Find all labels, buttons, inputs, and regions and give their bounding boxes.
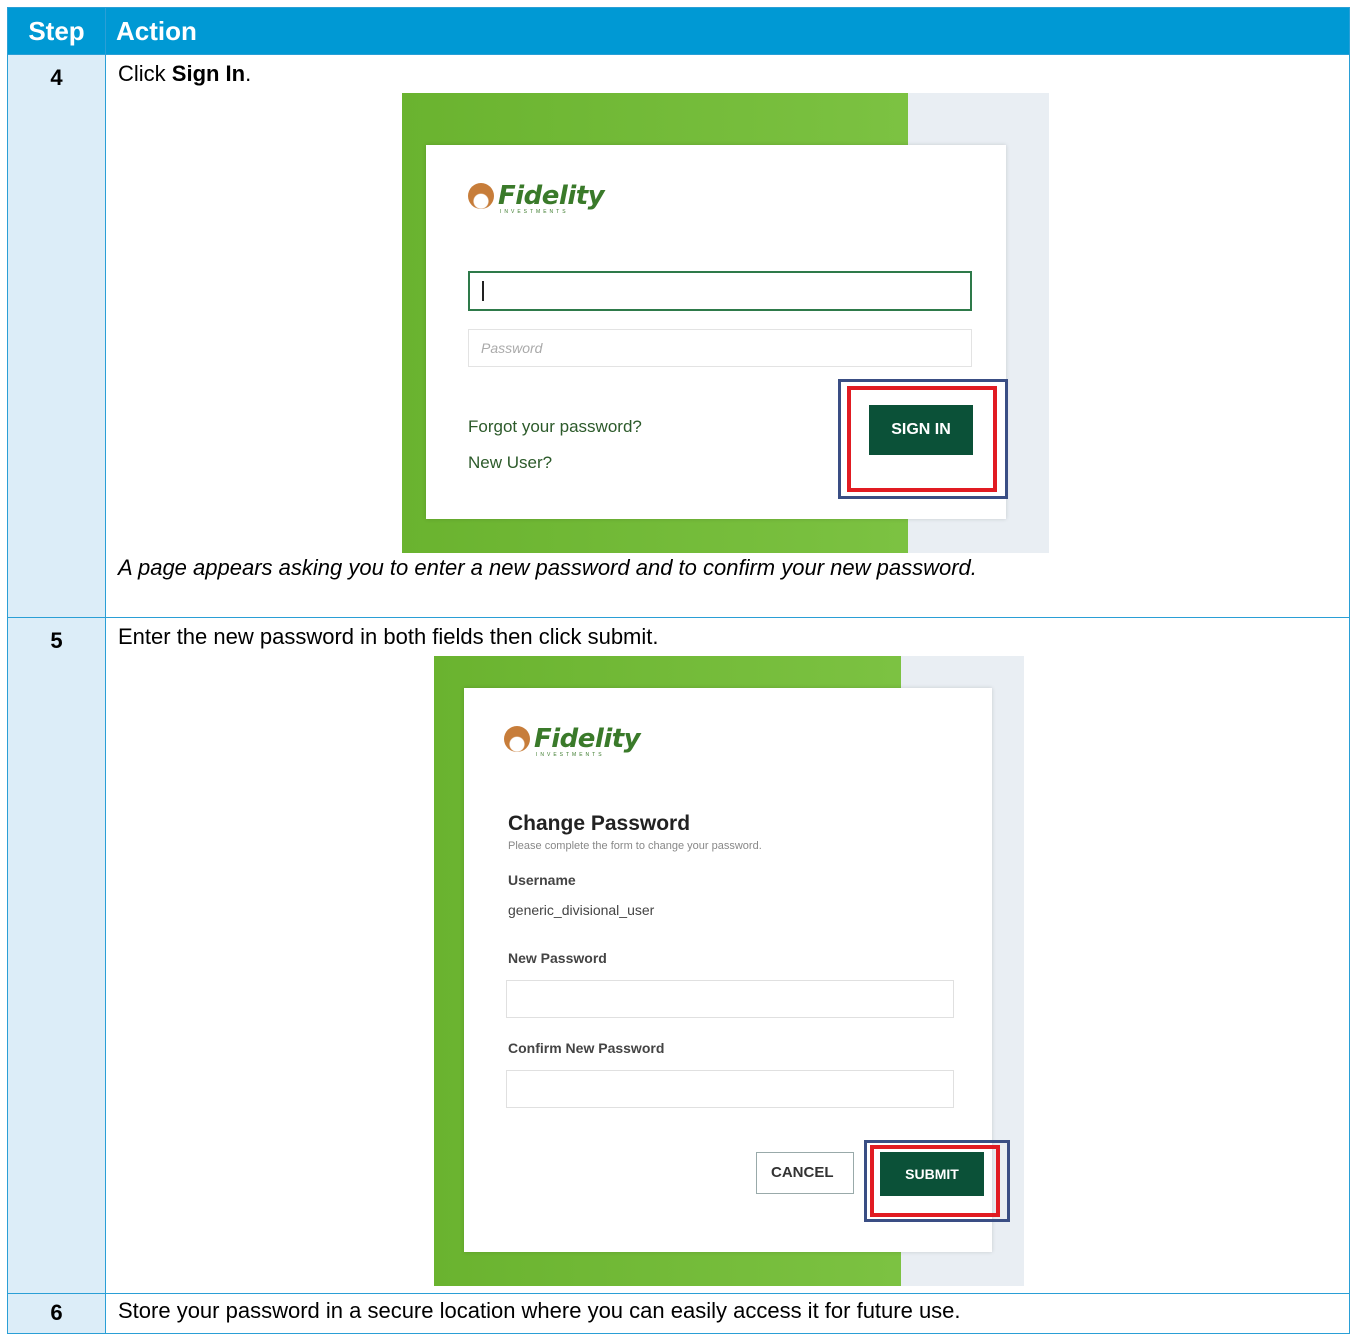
instruction-text: Click <box>118 61 172 86</box>
table-row: 6 Store your password in a secure locati… <box>7 1293 1350 1334</box>
cancel-button[interactable]: CANCEL <box>756 1152 854 1194</box>
change-password-screenshot: Fidelity INVESTMENTS Change Password Ple… <box>434 656 1024 1286</box>
new-password-label: New Password <box>508 950 607 966</box>
logo-text: Fidelity <box>534 724 641 754</box>
action-column-header: Action <box>105 7 1350 55</box>
password-input[interactable]: Password <box>468 329 972 367</box>
step-instruction: Click Sign In. <box>118 61 1349 87</box>
signin-screenshot: Fidelity INVESTMENTS Password Forgot you… <box>402 93 1049 553</box>
action-cell: Store your password in a secure location… <box>105 1293 1350 1334</box>
fidelity-logo-icon <box>504 726 530 752</box>
table-row: 4 Click Sign In. Fidelity INVESTMENTS Pa… <box>7 54 1350 618</box>
username-input[interactable] <box>468 271 972 311</box>
change-password-subtitle: Please complete the form to change your … <box>508 840 762 852</box>
username-value: generic_divisional_user <box>508 902 655 918</box>
fidelity-logo-icon <box>468 183 494 209</box>
step-number: 6 <box>7 1293 106 1334</box>
step-column-header: Step <box>7 7 106 55</box>
logo-tagline: INVESTMENTS <box>500 209 569 215</box>
fidelity-logo: Fidelity INVESTMENTS <box>468 181 605 215</box>
fidelity-logo: Fidelity INVESTMENTS <box>504 724 641 758</box>
confirm-password-field[interactable] <box>506 1070 954 1108</box>
new-password-field[interactable] <box>506 980 954 1018</box>
change-password-title: Change Password <box>508 812 691 835</box>
instruction-bold-text: Sign In <box>171 61 246 86</box>
new-user-link[interactable]: New User? <box>468 453 552 473</box>
result-note: A page appears asking you to enter a new… <box>118 555 977 580</box>
step-number: 5 <box>7 617 106 1294</box>
submit-button[interactable]: SUBMIT <box>880 1152 984 1196</box>
username-label: Username <box>508 872 576 888</box>
action-cell: Enter the new password in both fields th… <box>105 617 1350 1294</box>
table-header-row: Step Action <box>7 7 1350 55</box>
step-number: 4 <box>7 54 106 618</box>
action-cell: Click Sign In. Fidelity INVESTMENTS Pass… <box>105 54 1350 618</box>
forgot-password-link[interactable]: Forgot your password? <box>468 417 642 437</box>
instruction-table: Step Action 4 Click Sign In. Fidelity IN… <box>7 7 1350 1334</box>
instruction-suffix: . <box>245 61 252 86</box>
table-row: 5 Enter the new password in both fields … <box>7 617 1350 1294</box>
logo-text: Fidelity <box>498 181 605 211</box>
step-instruction: Enter the new password in both fields th… <box>118 624 659 649</box>
change-password-card: Fidelity INVESTMENTS Change Password Ple… <box>464 688 1010 1252</box>
text-caret <box>482 281 484 301</box>
confirm-password-label: Confirm New Password <box>508 1040 665 1056</box>
sign-in-button[interactable]: SIGN IN <box>869 405 973 455</box>
step-instruction: Store your password in a secure location… <box>118 1298 961 1323</box>
logo-tagline: INVESTMENTS <box>536 752 605 758</box>
signin-card: Fidelity INVESTMENTS Password Forgot you… <box>426 145 1008 519</box>
